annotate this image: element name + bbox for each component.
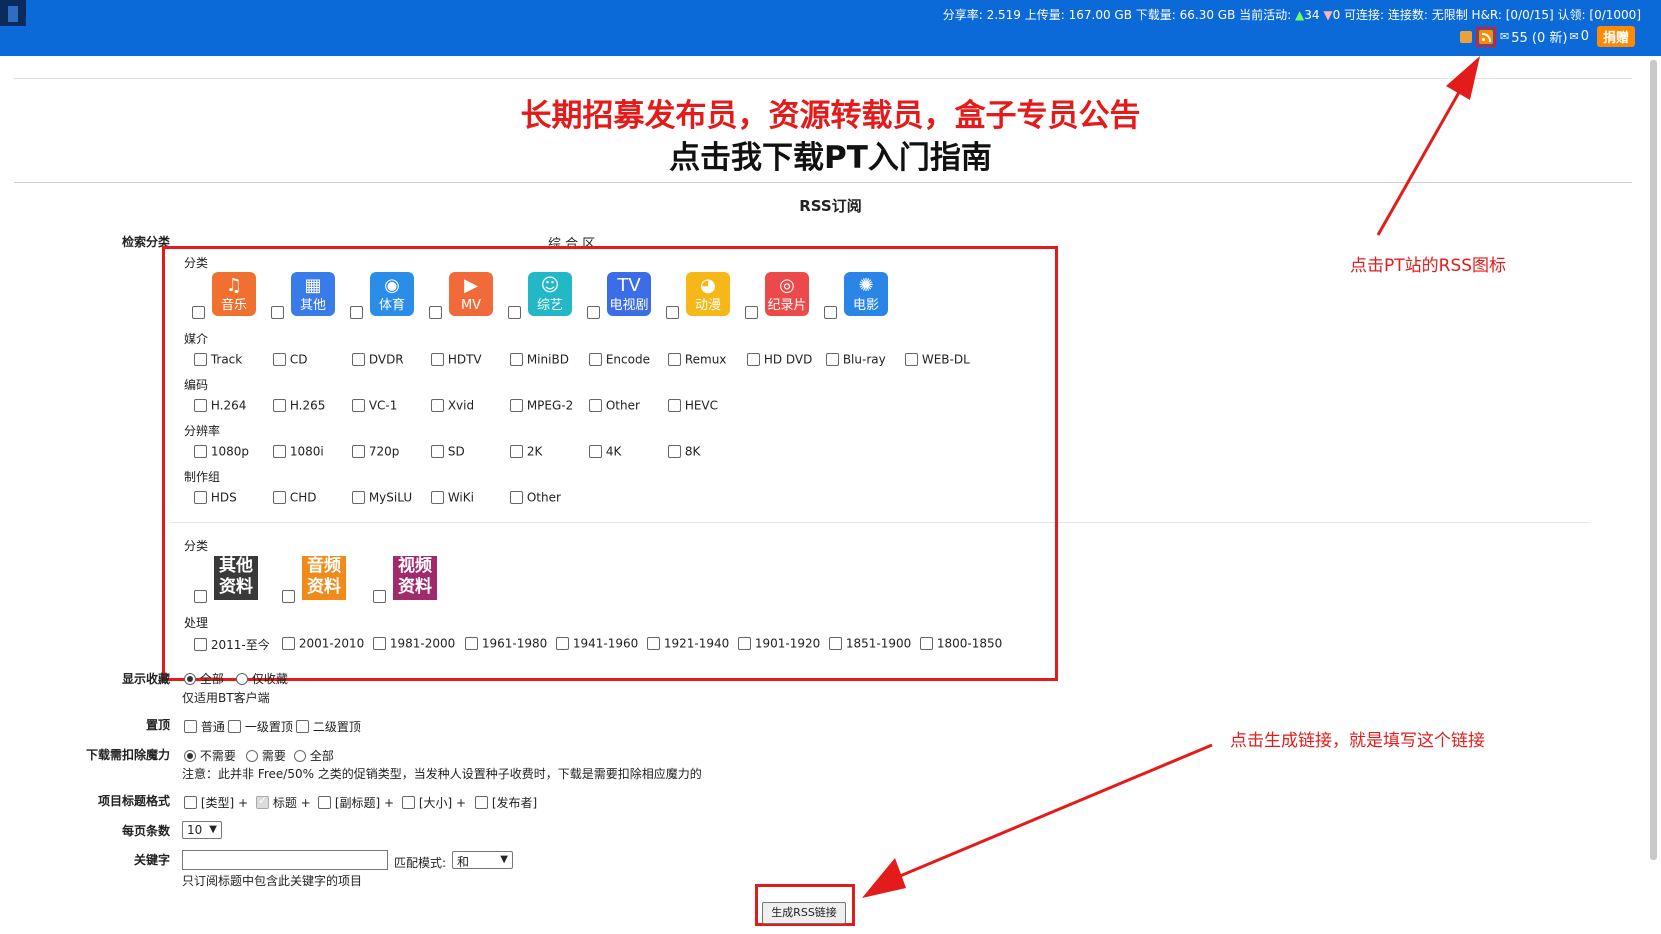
arrow-to-generate bbox=[899, 743, 1213, 878]
arrowhead-down bbox=[862, 858, 906, 898]
arrow-to-rss-icon bbox=[1376, 79, 1468, 236]
scrollbar[interactable] bbox=[1650, 60, 1657, 860]
arrowhead-up bbox=[1446, 56, 1480, 100]
annotation-arrows bbox=[862, 56, 1480, 898]
